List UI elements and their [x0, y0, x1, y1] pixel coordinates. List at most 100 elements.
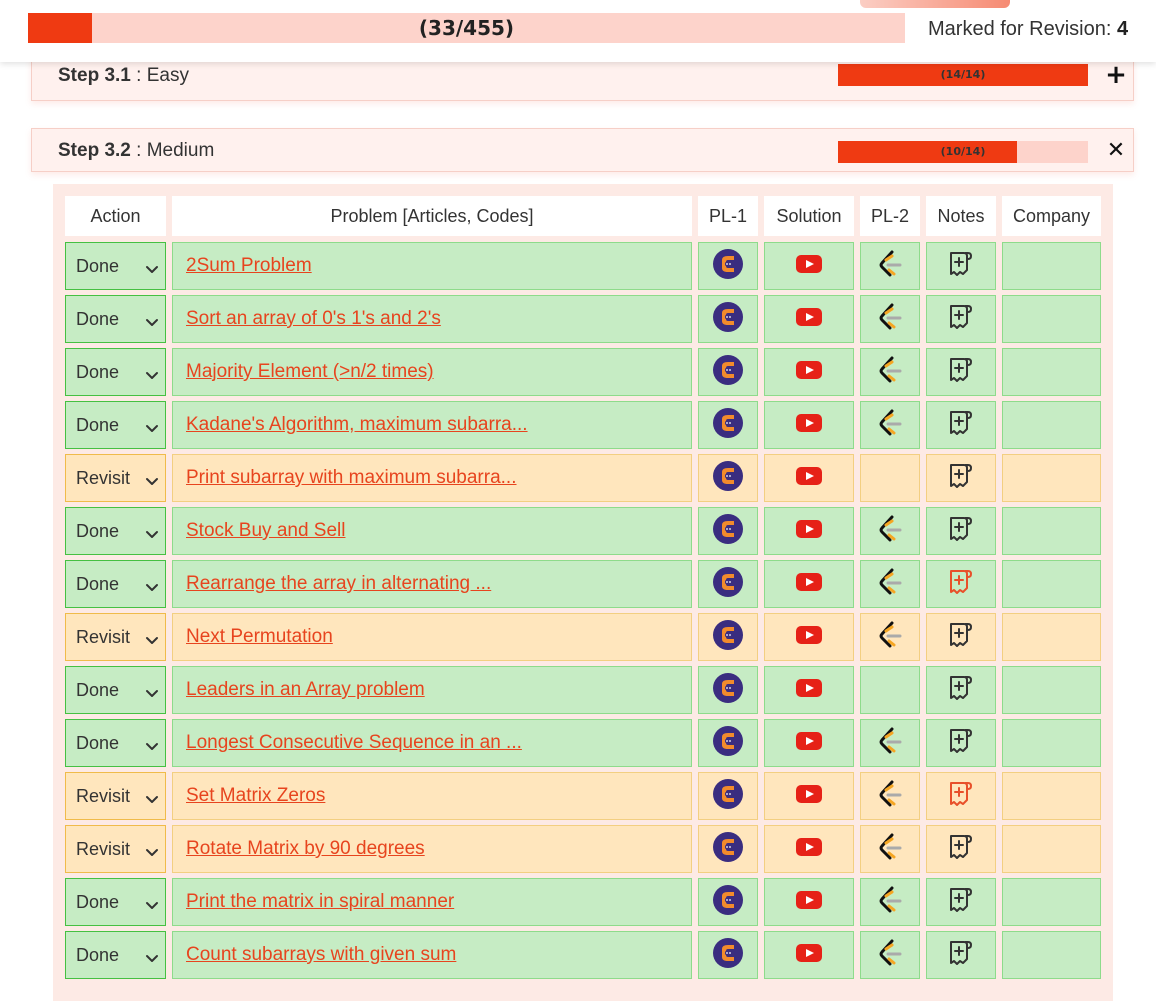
chevron-down-icon [145, 419, 159, 432]
problem-link[interactable]: Sort an array of 0's 1's and 2's [186, 296, 441, 342]
status-select[interactable]: Done [65, 878, 166, 926]
cell-solution [764, 242, 854, 290]
chevron-down-icon [145, 684, 159, 697]
status-select[interactable]: Done [65, 719, 166, 767]
step-number: Step 3.1 [58, 65, 131, 86]
add-note-icon[interactable] [948, 409, 974, 441]
problem-link[interactable]: Stock Buy and Sell [186, 508, 345, 554]
coding-ninjas-icon[interactable] [712, 725, 744, 761]
problem-link[interactable]: Print the matrix in spiral manner [186, 879, 454, 925]
problem-link[interactable]: Next Permutation [186, 614, 333, 660]
leetcode-icon[interactable] [874, 248, 906, 284]
problem-link[interactable]: 2Sum Problem [186, 243, 312, 289]
coding-ninjas-icon[interactable] [712, 407, 744, 443]
add-note-icon[interactable] [948, 568, 974, 600]
leetcode-icon[interactable] [874, 407, 906, 443]
coding-ninjas-icon[interactable] [712, 460, 744, 496]
status-value: Done [76, 256, 120, 276]
problem-link[interactable]: Majority Element (>n/2 times) [186, 349, 434, 395]
youtube-icon[interactable] [796, 467, 822, 489]
coding-ninjas-icon[interactable] [712, 301, 744, 337]
problem-link[interactable]: Print subarray with maximum subarra... [186, 455, 517, 501]
status-select[interactable]: Done [65, 348, 166, 396]
leetcode-icon[interactable] [874, 937, 906, 973]
status-select[interactable]: Revisit [65, 454, 166, 502]
youtube-icon[interactable] [796, 838, 822, 860]
problem-link[interactable]: Leaders in an Array problem [186, 667, 425, 713]
leetcode-icon[interactable] [874, 725, 906, 761]
status-select[interactable]: Revisit [65, 613, 166, 661]
status-value: Done [76, 892, 120, 912]
youtube-icon[interactable] [796, 573, 822, 595]
leetcode-icon[interactable] [874, 301, 906, 337]
cell-pl2 [860, 295, 920, 343]
step-title: Step 3.2 : Medium [58, 129, 214, 173]
status-select[interactable]: Done [65, 295, 166, 343]
coding-ninjas-icon[interactable] [712, 884, 744, 920]
coding-ninjas-icon[interactable] [712, 354, 744, 390]
add-note-icon[interactable] [948, 674, 974, 706]
cell-company [1002, 560, 1101, 608]
add-note-icon[interactable] [948, 939, 974, 971]
status-select[interactable]: Done [65, 666, 166, 714]
overall-progress-label: (33/455) [418, 16, 515, 40]
problem-link[interactable]: Kadane's Algorithm, maximum subarra... [186, 402, 528, 448]
youtube-icon[interactable] [796, 944, 822, 966]
coding-ninjas-icon[interactable] [712, 831, 744, 867]
add-note-icon[interactable] [948, 515, 974, 547]
add-note-icon[interactable] [948, 250, 974, 282]
status-select[interactable]: Done [65, 560, 166, 608]
youtube-icon[interactable] [796, 255, 822, 277]
status-select[interactable]: Revisit [65, 825, 166, 873]
leetcode-icon[interactable] [874, 831, 906, 867]
leetcode-icon[interactable] [874, 354, 906, 390]
problem-link[interactable]: Longest Consecutive Sequence in an ... [186, 720, 522, 766]
youtube-icon[interactable] [796, 679, 822, 701]
leetcode-icon[interactable] [874, 884, 906, 920]
coding-ninjas-icon[interactable] [712, 619, 744, 655]
youtube-icon[interactable] [796, 414, 822, 436]
add-note-icon[interactable] [948, 303, 974, 335]
add-note-icon[interactable] [948, 356, 974, 388]
step-3-2-header[interactable]: Step 3.2 : Medium (10/14) ✕ [31, 128, 1134, 172]
status-select[interactable]: Done [65, 931, 166, 979]
coding-ninjas-icon[interactable] [712, 566, 744, 602]
youtube-icon[interactable] [796, 361, 822, 383]
status-select[interactable]: Done [65, 507, 166, 555]
add-note-icon[interactable] [948, 780, 974, 812]
coding-ninjas-icon[interactable] [712, 778, 744, 814]
youtube-icon[interactable] [796, 891, 822, 913]
problem-link[interactable]: Rotate Matrix by 90 degrees [186, 826, 425, 872]
status-select[interactable]: Done [65, 242, 166, 290]
close-icon[interactable]: ✕ [1104, 129, 1128, 173]
add-note-icon[interactable] [948, 462, 974, 494]
youtube-icon[interactable] [796, 308, 822, 330]
add-note-icon[interactable] [948, 621, 974, 653]
overall-progress-header: (33/455) Marked for Revision: 4 [0, 0, 1156, 62]
youtube-icon[interactable] [796, 626, 822, 648]
youtube-icon[interactable] [796, 732, 822, 754]
add-note-icon[interactable] [948, 833, 974, 865]
youtube-icon[interactable] [796, 785, 822, 807]
leetcode-icon[interactable] [874, 513, 906, 549]
leetcode-icon[interactable] [874, 566, 906, 602]
youtube-icon[interactable] [796, 520, 822, 542]
leetcode-icon[interactable] [874, 778, 906, 814]
coding-ninjas-icon[interactable] [712, 248, 744, 284]
marked-for-revision: Marked for Revision: 4 [928, 14, 1128, 44]
cell-company [1002, 931, 1101, 979]
status-select[interactable]: Done [65, 401, 166, 449]
add-note-icon[interactable] [948, 727, 974, 759]
status-value: Done [76, 521, 120, 541]
coding-ninjas-icon[interactable] [712, 937, 744, 973]
add-note-icon[interactable] [948, 886, 974, 918]
problem-link[interactable]: Set Matrix Zeros [186, 773, 325, 819]
leetcode-icon[interactable] [874, 619, 906, 655]
coding-ninjas-icon[interactable] [712, 672, 744, 708]
column-header-notes: Notes [926, 196, 996, 236]
coding-ninjas-icon[interactable] [712, 513, 744, 549]
problem-link[interactable]: Count subarrays with given sum [186, 932, 456, 978]
status-select[interactable]: Revisit [65, 772, 166, 820]
cell-notes [926, 613, 996, 661]
problem-link[interactable]: Rearrange the array in alternating ... [186, 561, 491, 607]
